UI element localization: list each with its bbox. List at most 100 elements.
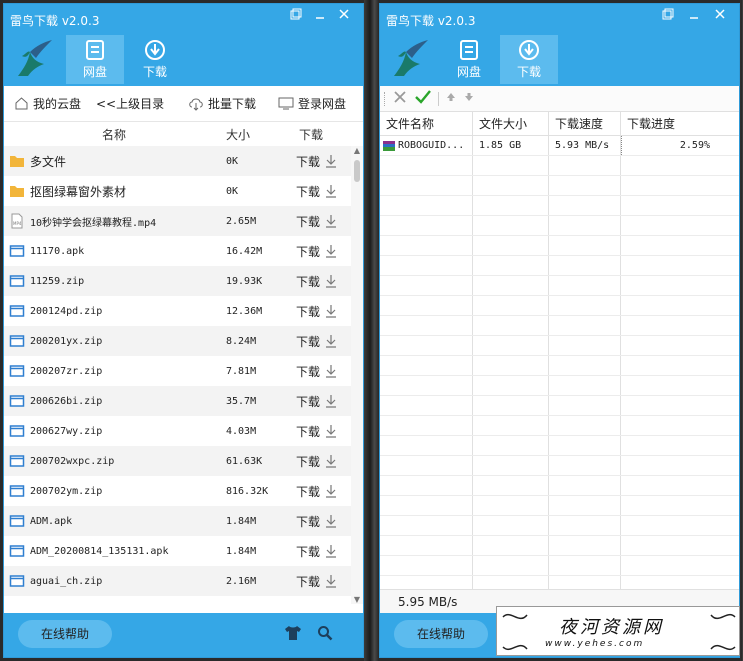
file-row[interactable]: 200207zr.zip 7.81M 下载 [4, 356, 363, 386]
tab-download[interactable]: 下载 [500, 35, 558, 84]
file-row[interactable]: ADM_20200814_135131.apk 1.84M 下载 [4, 536, 363, 566]
search-icon[interactable] [317, 625, 333, 644]
download-arrow-icon [326, 545, 337, 558]
download-label: 下载 [296, 214, 321, 229]
login-button[interactable]: 登录网盘 [278, 95, 346, 112]
parent-dir-button[interactable]: <<上级目录 [96, 95, 188, 112]
file-list: 多文件 0K 下载 抠图绿幕窗外素材 0K 下载 MP4 10秒钟学会抠绿幕教程.mp4 2.6… [4, 146, 363, 604]
file-row[interactable]: ADM.apk 1.84M 下载 [4, 506, 363, 536]
task-row[interactable]: ROBOGUID... 1.85 GB 5.93 MB/s 2.59% [380, 136, 739, 156]
download-link[interactable]: 下载 [296, 303, 350, 320]
move-down-icon[interactable] [463, 91, 475, 106]
file-size: 1.84M [226, 515, 257, 527]
file-row[interactable]: 200201yx.zip 8.24M 下载 [4, 326, 363, 356]
download-link[interactable]: 下载 [296, 153, 350, 170]
task-toolbar [380, 86, 739, 112]
empty-grid-row [380, 276, 739, 296]
restore-icon[interactable] [284, 8, 308, 26]
download-label: 下载 [296, 334, 321, 349]
empty-grid-row [380, 436, 739, 456]
file-row[interactable]: 多文件 0K 下载 [4, 146, 363, 176]
column-download: 下载 [299, 127, 324, 142]
file-size: 816.32K [226, 485, 269, 497]
tab-cloud[interactable]: 网盘 [66, 35, 124, 84]
file-row[interactable]: 200702ym.zip 816.32K 下载 [4, 476, 363, 506]
tab-cloud[interactable]: 网盘 [440, 35, 498, 84]
download-arrow-icon [326, 485, 337, 498]
download-window: 雷鸟下载 v2.0.3 网盘 下载 文件名称 文件大小 下载速度 下载进度 RO… [379, 3, 740, 658]
file-row[interactable]: 11259.zip 19.93K 下载 [4, 266, 363, 296]
check-icon[interactable] [414, 89, 432, 108]
close-icon[interactable] [708, 8, 732, 26]
empty-grid-row [380, 196, 739, 216]
file-name: ADM_20200814_135131.apk [30, 545, 169, 557]
download-label: 下载 [296, 184, 321, 199]
task-grid: 文件名称 文件大小 下载速度 下载进度 ROBOGUID... 1.85 GB … [380, 112, 739, 598]
file-row[interactable]: 200124pd.zip 12.36M 下载 [4, 296, 363, 326]
empty-grid-row [380, 176, 739, 196]
tab-download[interactable]: 下载 [126, 35, 184, 84]
download-link[interactable]: 下载 [296, 183, 350, 200]
move-up-icon[interactable] [445, 91, 457, 106]
download-label: 下载 [296, 364, 321, 379]
column-speed: 下载速度 [549, 112, 621, 135]
download-link[interactable]: 下载 [296, 393, 350, 410]
scroll-down-icon[interactable]: ▼ [351, 595, 363, 604]
file-size: 2.65M [226, 215, 257, 227]
file-row[interactable]: 200626bi.zip 35.7M 下载 [4, 386, 363, 416]
download-link[interactable]: 下载 [296, 213, 350, 230]
scroll-up-icon[interactable]: ▲ [351, 146, 363, 155]
download-link[interactable]: 下载 [296, 573, 350, 590]
file-row[interactable]: 200627wy.zip 4.03M 下载 [4, 416, 363, 446]
download-link[interactable]: 下载 [296, 483, 350, 500]
file-window-icon [4, 334, 30, 348]
file-row[interactable]: 200702wxpc.zip 61.63K 下载 [4, 446, 363, 476]
minimize-icon[interactable] [308, 8, 332, 26]
online-help-button[interactable]: 在线帮助 [394, 620, 488, 648]
download-arrow-icon [326, 245, 337, 258]
download-link[interactable]: 下载 [296, 513, 350, 530]
file-window-icon [4, 544, 30, 558]
file-row[interactable]: aguai_ch.zip 2.16M 下载 [4, 566, 363, 596]
download-link[interactable]: 下载 [296, 243, 350, 260]
empty-grid-row [380, 496, 739, 516]
my-cloud-button[interactable]: 我的云盘 [14, 95, 96, 112]
tab-label: 下载 [516, 65, 541, 79]
download-link[interactable]: 下载 [296, 603, 350, 605]
grip-icon [384, 91, 386, 106]
file-row[interactable]: 11170.apk 16.42M 下载 [4, 236, 363, 266]
shirt-icon[interactable] [284, 625, 302, 644]
file-name: 200201yx.zip [30, 335, 103, 347]
file-row[interactable]: MP4 10秒钟学会抠绿幕教程.mp4 2.65M 下载 [4, 206, 363, 236]
file-name: 200627wy.zip [30, 425, 103, 437]
restore-icon[interactable] [656, 8, 680, 26]
file-name: 200207zr.zip [30, 365, 103, 377]
download-link[interactable]: 下载 [296, 543, 350, 560]
download-circle-icon [519, 40, 539, 60]
file-name: aguai_ch.zip [30, 575, 103, 587]
empty-grid-row [380, 396, 739, 416]
delete-task-icon[interactable] [392, 89, 408, 108]
download-link[interactable]: 下载 [296, 333, 350, 350]
close-icon[interactable] [332, 8, 356, 26]
download-link[interactable]: 下载 [296, 453, 350, 470]
download-label: 下载 [296, 304, 321, 319]
watermark: 夜河资源网 www.yehes.com [496, 606, 740, 656]
file-size: 0K [226, 185, 239, 197]
download-link[interactable]: 下载 [296, 273, 350, 290]
scroll-thumb[interactable] [354, 160, 360, 182]
download-link[interactable]: 下载 [296, 423, 350, 440]
minimize-icon[interactable] [682, 8, 706, 26]
archive-icon [383, 140, 395, 151]
file-row[interactable]: anonymizer_setup.exe1.29M下载 [4, 596, 363, 604]
footer: 在线帮助 [4, 613, 363, 657]
download-label: 下载 [296, 274, 321, 289]
scrollbar[interactable]: ▲ ▼ [351, 146, 363, 604]
batch-download-button[interactable]: 批量下载 [188, 95, 278, 112]
online-help-button[interactable]: 在线帮助 [18, 620, 112, 648]
tab-label: 下载 [142, 65, 167, 79]
column-filename: 文件名称 [380, 112, 473, 135]
download-link[interactable]: 下载 [296, 363, 350, 380]
file-row[interactable]: 抠图绿幕窗外素材 0K 下载 [4, 176, 363, 206]
download-arrow-icon [326, 515, 337, 528]
